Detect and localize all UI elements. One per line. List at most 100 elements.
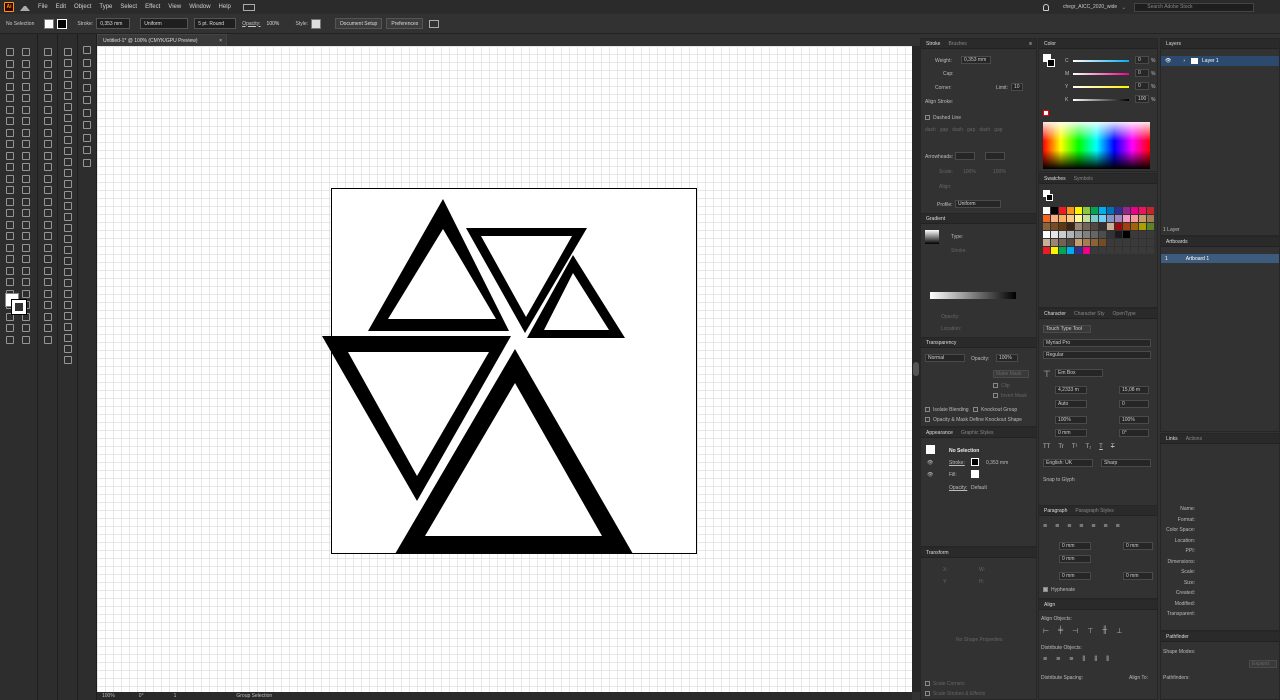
- tool-icon[interactable]: [22, 266, 30, 275]
- layer-visibility-icon[interactable]: 👁: [1165, 58, 1171, 64]
- preferences-button[interactable]: Preferences: [386, 18, 424, 29]
- tool-icon[interactable]: [44, 174, 52, 183]
- lightbulb-icon[interactable]: [1043, 3, 1049, 11]
- color-swatch[interactable]: [1075, 207, 1082, 214]
- tab-character[interactable]: Character: [1044, 311, 1066, 317]
- tool-icon[interactable]: [6, 59, 14, 68]
- transparency-opacity-input[interactable]: 100%: [996, 354, 1018, 362]
- rotation-value[interactable]: 0°: [139, 693, 144, 699]
- tool-icon[interactable]: [64, 279, 72, 287]
- color-swatch[interactable]: [1091, 207, 1098, 214]
- color-swatch[interactable]: [1131, 207, 1138, 214]
- space-after-input[interactable]: 0 mm: [1123, 572, 1153, 580]
- color-swatch[interactable]: [1075, 231, 1082, 238]
- tool-icon[interactable]: [64, 356, 72, 364]
- opacity-input[interactable]: 100%: [264, 18, 288, 29]
- tool-icon[interactable]: [64, 59, 72, 67]
- tool-icon[interactable]: [22, 105, 30, 114]
- color-swatch[interactable]: [1123, 231, 1130, 238]
- tab-actions[interactable]: Actions: [1186, 436, 1202, 442]
- knockout-group-checkbox[interactable]: Knockout Group: [973, 407, 1017, 413]
- tool-icon[interactable]: [44, 335, 52, 344]
- appearance-stroke-label[interactable]: Stroke:: [949, 460, 965, 466]
- tool-icon[interactable]: [22, 174, 30, 183]
- small-caps-button[interactable]: Tr: [1058, 444, 1063, 450]
- stock-search-input[interactable]: Search Adobe Stock: [1134, 2, 1255, 12]
- tool-icon[interactable]: [44, 186, 52, 194]
- tab-symbols[interactable]: Symbols: [1074, 176, 1093, 182]
- tool-icon[interactable]: [44, 232, 52, 240]
- color-m-slider[interactable]: [1073, 73, 1129, 75]
- tool-icon[interactable]: [6, 243, 14, 252]
- color-swatch[interactable]: [1107, 247, 1114, 254]
- color-swatch[interactable]: [1147, 223, 1154, 230]
- none-color-swatch[interactable]: [1043, 110, 1049, 116]
- tab-swatches[interactable]: Swatches: [1044, 176, 1066, 182]
- tool-icon[interactable]: [22, 151, 30, 160]
- tool-icon[interactable]: [64, 147, 72, 155]
- tab-brushes[interactable]: Brushes: [948, 41, 966, 47]
- font-family-select[interactable]: Myriad Pro: [1043, 339, 1151, 347]
- tool-icon[interactable]: [44, 59, 52, 68]
- color-swatch[interactable]: [1123, 215, 1130, 222]
- tool-icon[interactable]: [64, 70, 72, 78]
- horizontal-scale-input[interactable]: 100%: [1119, 416, 1149, 424]
- menu-help[interactable]: Help: [219, 0, 231, 14]
- tool-icon[interactable]: [44, 266, 52, 275]
- tool-icon[interactable]: [6, 82, 14, 91]
- tool-icon[interactable]: [44, 163, 52, 171]
- tool-icon[interactable]: [6, 117, 14, 125]
- color-swatch[interactable]: [1123, 239, 1130, 246]
- tool-icon[interactable]: [64, 224, 72, 232]
- tool-icon[interactable]: [22, 335, 30, 344]
- tool-icon[interactable]: [6, 278, 14, 286]
- gradient-slider[interactable]: [930, 292, 1016, 299]
- variable-width-profile[interactable]: Uniform: [140, 18, 189, 29]
- tool-icon[interactable]: [44, 117, 52, 125]
- tool-icon[interactable]: [22, 209, 30, 217]
- tab-opentype[interactable]: OpenType: [1113, 311, 1136, 317]
- color-swatch[interactable]: [1107, 239, 1114, 246]
- swatch-stroke-indicator[interactable]: [1046, 194, 1053, 201]
- tool-icon[interactable]: [44, 128, 52, 137]
- profile-select[interactable]: Uniform: [955, 200, 1001, 208]
- tool-icon[interactable]: [6, 71, 14, 79]
- tool-icon[interactable]: [6, 151, 14, 160]
- tool-icon[interactable]: [22, 94, 30, 102]
- tool-icon[interactable]: [44, 255, 52, 263]
- color-swatch[interactable]: [1115, 215, 1122, 222]
- tool-icon[interactable]: [22, 117, 30, 125]
- define-knockout-checkbox[interactable]: Opacity & Mask Define Knockout Shape: [925, 417, 1022, 423]
- make-mask-button[interactable]: Make Mask: [993, 370, 1029, 378]
- color-swatch[interactable]: [1051, 207, 1058, 214]
- layer-expand-icon[interactable]: ›: [1183, 58, 1185, 64]
- color-k-input[interactable]: 100: [1135, 95, 1149, 103]
- touch-type-tool-button[interactable]: Touch Type Tool: [1043, 325, 1091, 333]
- scale-end[interactable]: 100%: [993, 169, 1006, 175]
- zoom-level[interactable]: 100%: [102, 693, 115, 699]
- tool-icon[interactable]: [6, 128, 14, 137]
- color-swatch[interactable]: [1043, 215, 1050, 222]
- font-size-input[interactable]: 4,2333 m: [1055, 386, 1087, 394]
- color-swatch[interactable]: [1051, 239, 1058, 246]
- tool-icon[interactable]: [64, 114, 72, 122]
- close-tab-icon[interactable]: ×: [219, 38, 222, 44]
- layer-name[interactable]: Layer 1: [1202, 58, 1219, 64]
- fill-swatch[interactable]: [44, 18, 55, 29]
- artboard-number[interactable]: 1: [174, 693, 177, 699]
- color-swatch[interactable]: [1139, 223, 1146, 230]
- tool-icon[interactable]: [44, 289, 52, 298]
- tool-icon[interactable]: [44, 151, 52, 160]
- appearance-stroke-swatch[interactable]: [971, 458, 979, 466]
- color-swatch[interactable]: [1099, 215, 1106, 222]
- color-swatch[interactable]: [1131, 231, 1138, 238]
- hyphenate-checkbox[interactable]: Hyphenate: [1043, 587, 1075, 593]
- color-c-slider[interactable]: [1073, 60, 1129, 62]
- tool-icon[interactable]: [64, 125, 72, 133]
- color-swatch[interactable]: [1139, 207, 1146, 214]
- color-swatch[interactable]: [1083, 215, 1090, 222]
- em-box-select[interactable]: Em Box: [1055, 369, 1103, 377]
- subscript-button[interactable]: T₁: [1085, 444, 1091, 450]
- tracking-input[interactable]: 0: [1119, 400, 1149, 408]
- color-swatch[interactable]: [1147, 207, 1154, 214]
